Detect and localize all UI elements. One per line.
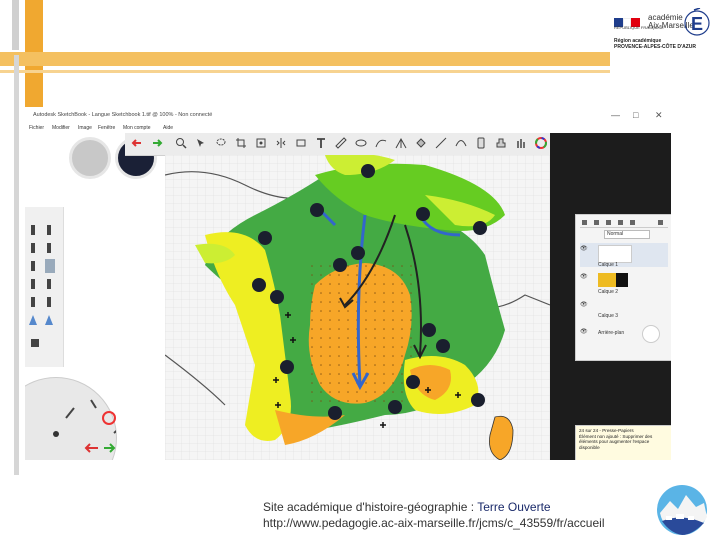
academie-logo: RÉPUBLIQUE FRANÇAISE académie Aix-Marsei… xyxy=(612,6,712,52)
minimize-button[interactable]: — xyxy=(611,110,620,120)
slide-accent-bar-gray xyxy=(12,0,19,50)
footer-brand: Terre Ouverte xyxy=(477,500,551,514)
lagoon-tools-icon[interactable] xyxy=(25,378,121,460)
title-bar: Autodesk SketchBook - Langue Sketchbook … xyxy=(25,107,671,123)
perspective-icon[interactable] xyxy=(395,137,407,149)
layer-row-3[interactable]: 👁 Calque 3 xyxy=(580,299,668,321)
tooltip-line4: disponible xyxy=(579,444,600,450)
curve-icon[interactable] xyxy=(455,137,467,149)
brush-palette xyxy=(25,207,64,367)
line-icon[interactable] xyxy=(435,137,447,149)
layer-row-1[interactable]: 👁 Calque 1 xyxy=(580,243,668,268)
ellipse-guide-icon[interactable] xyxy=(355,137,367,149)
slide-side-line xyxy=(14,55,19,475)
french-curve-icon[interactable] xyxy=(375,137,387,149)
background-color-swatch[interactable] xyxy=(642,325,660,343)
french-flag-icon xyxy=(614,14,640,27)
eye-icon[interactable]: 👁 xyxy=(580,245,588,252)
eye-icon[interactable]: 👁 xyxy=(580,301,588,308)
text-icon[interactable] xyxy=(315,137,327,149)
footer-label: Site académique d'histoire-géographie : xyxy=(263,500,475,514)
menu-fichier[interactable]: Fichier xyxy=(29,125,44,131)
academie-e-icon: E xyxy=(684,8,710,36)
layer-name: Calque 3 xyxy=(598,313,619,319)
layer-thumbnail xyxy=(598,245,632,263)
maximize-button[interactable]: □ xyxy=(633,110,638,120)
layer-name: Arrière-plan xyxy=(598,330,625,336)
france-map-sketch xyxy=(164,153,551,460)
menu-image[interactable]: Image xyxy=(78,125,92,131)
stamp-icon[interactable] xyxy=(495,137,507,149)
layers-toolbar xyxy=(580,219,668,228)
zoom-icon[interactable] xyxy=(175,137,187,149)
fill-icon[interactable] xyxy=(415,137,427,149)
brush-library-icon[interactable] xyxy=(515,137,527,149)
terre-ouverte-logo xyxy=(657,485,707,535)
menu-modifier[interactable]: Modifier xyxy=(52,125,70,131)
layers-panel: Normal 👁 Calque 1 👁 Calque 2 👁 Calque 3 … xyxy=(575,214,671,361)
layer-row-2[interactable]: 👁 Calque 2 xyxy=(580,271,668,295)
color-puck-gray[interactable] xyxy=(69,137,111,179)
toolbar xyxy=(125,133,565,156)
lasso-icon[interactable] xyxy=(215,137,227,149)
lagoon-menu[interactable] xyxy=(25,377,121,460)
sketchbook-window: Autodesk SketchBook - Langue Sketchbook … xyxy=(25,107,671,460)
menu-bar: Fichier Modifier Image Fenêtre Mon compt… xyxy=(25,123,671,133)
svg-text:E: E xyxy=(691,14,703,34)
footer-url[interactable]: http://www.pedagogie.ac-aix-marseille.fr… xyxy=(263,516,604,530)
region-label: Région académique PROVENCE-ALPES-CÔTE D'… xyxy=(614,38,696,50)
eye-icon[interactable]: 👁 xyxy=(580,273,588,280)
layer-mask xyxy=(616,273,628,287)
rectangle-icon[interactable] xyxy=(295,137,307,149)
drawing-canvas[interactable] xyxy=(164,153,551,460)
footer-site-label: Site académique d'histoire-géographie : … xyxy=(263,500,551,514)
brush-tools-icon[interactable] xyxy=(25,207,63,367)
menu-mon-compte[interactable]: Mon compte xyxy=(123,125,151,131)
slide-accent-line xyxy=(0,70,610,73)
copic-icon[interactable] xyxy=(475,137,487,149)
color-wheel-icon[interactable] xyxy=(535,137,547,149)
region-line2: PROVENCE-ALPES-CÔTE D'AZUR xyxy=(614,44,697,50)
transform-icon[interactable] xyxy=(255,137,267,149)
layer-thumbnail xyxy=(598,273,616,287)
eye-icon[interactable]: 👁 xyxy=(580,328,588,335)
slide-accent-bar-horizontal xyxy=(0,52,610,66)
layer-row-background[interactable]: 👁 Arrière-plan xyxy=(580,323,668,343)
ruler-icon[interactable] xyxy=(335,137,347,149)
select-icon[interactable] xyxy=(195,137,207,149)
blend-mode-value: Normal xyxy=(607,231,624,237)
undo-icon[interactable] xyxy=(131,137,143,149)
blend-mode-select[interactable]: Normal xyxy=(604,230,650,239)
close-button[interactable]: ✕ xyxy=(655,110,663,121)
layer-name: Calque 2 xyxy=(598,289,619,295)
redo-icon[interactable] xyxy=(151,137,163,149)
symmetry-icon[interactable] xyxy=(275,137,287,149)
menu-aide[interactable]: Aide xyxy=(163,125,173,131)
window-title: Autodesk SketchBook - Langue Sketchbook … xyxy=(33,112,213,118)
clipboard-tooltip: 24 sur 24 - Presse-Papiers Élément non a… xyxy=(575,425,671,460)
layer-actions-icon[interactable] xyxy=(580,219,668,227)
menu-fenetre[interactable]: Fenêtre xyxy=(98,125,115,131)
layer-name: Calque 1 xyxy=(598,262,619,268)
crop-icon[interactable] xyxy=(235,137,247,149)
